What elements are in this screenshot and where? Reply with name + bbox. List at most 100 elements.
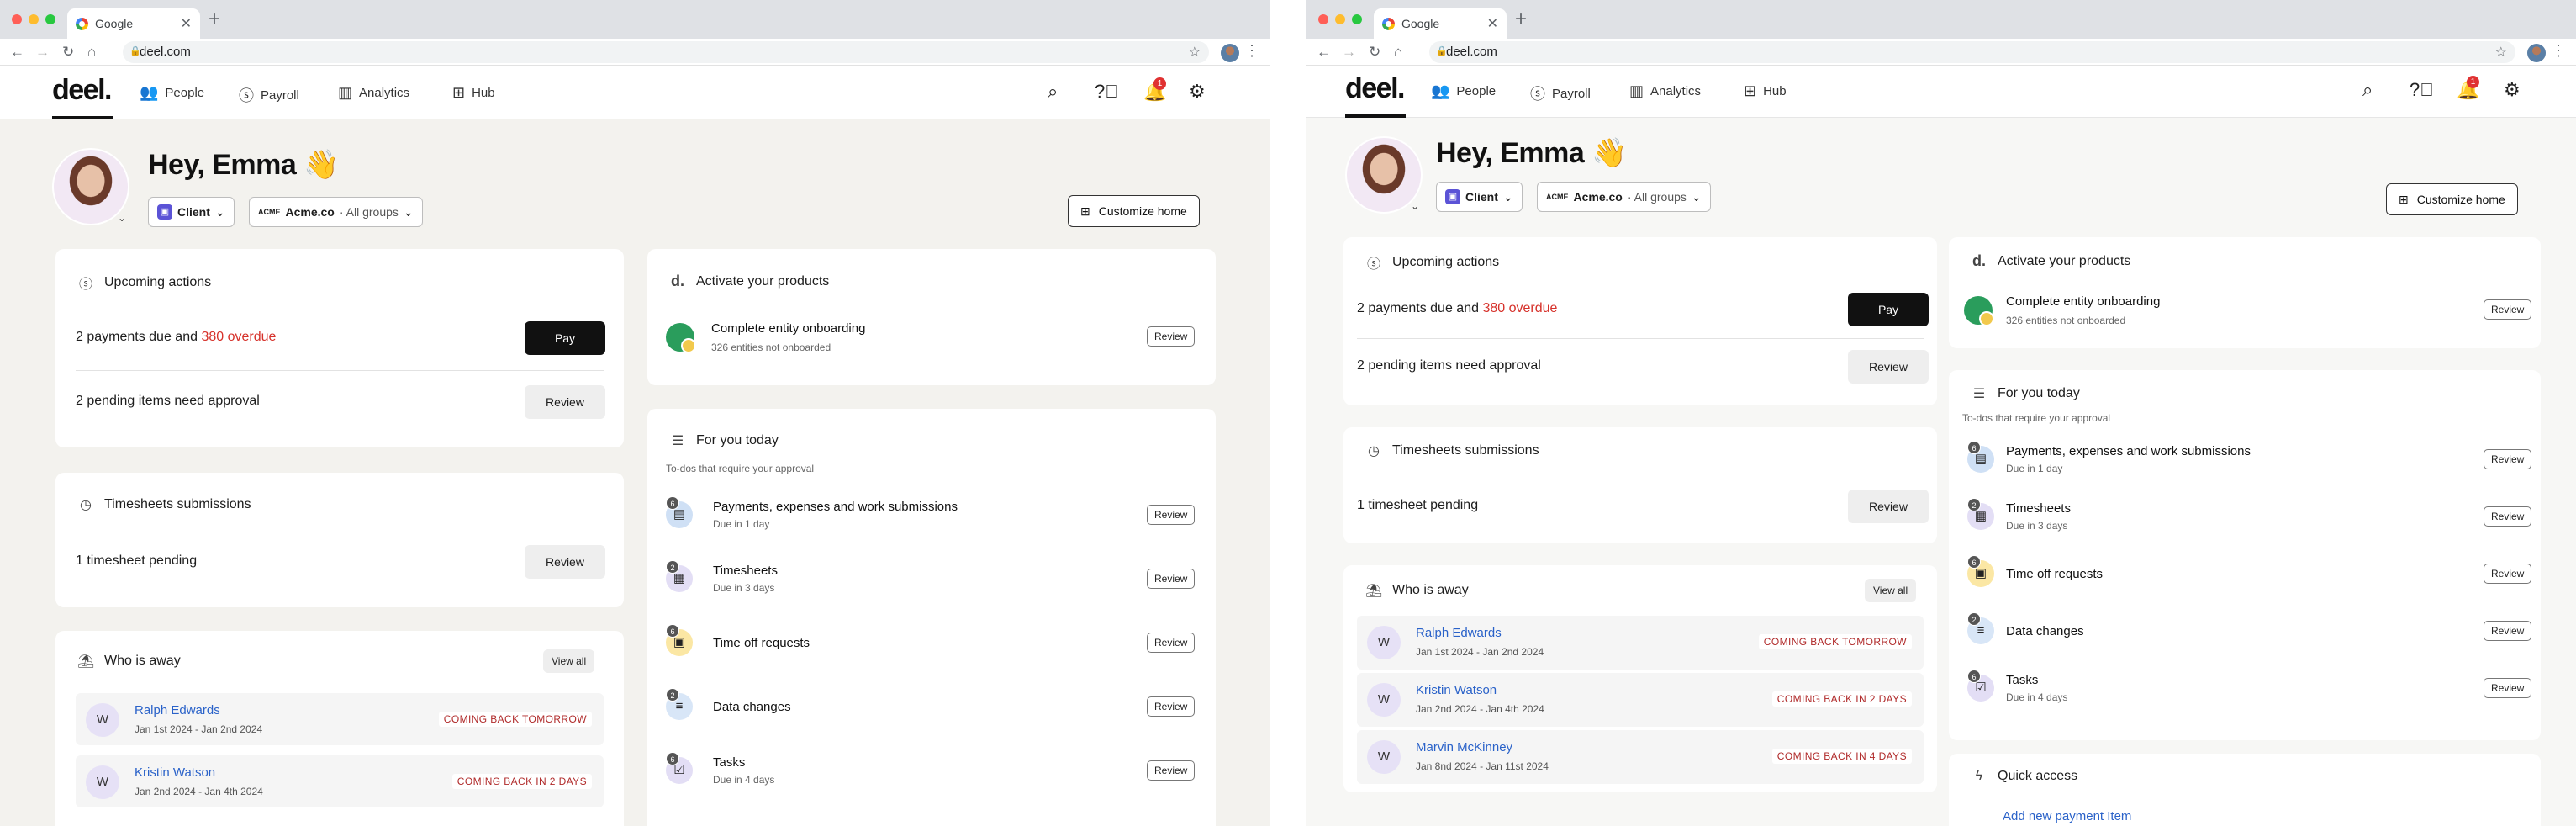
profile-avatar[interactable] xyxy=(2527,44,2546,62)
browser-menu-icon[interactable]: ⋮ xyxy=(2551,42,2566,60)
todo-count-badge: 6 xyxy=(1967,441,1981,454)
close-tab-icon[interactable]: ✕ xyxy=(1487,15,1498,32)
away-person-name[interactable]: Ralph Edwards xyxy=(1416,626,1502,640)
away-list-item[interactable]: W Ralph Edwards Jan 1st 2024 - Jan 2nd 2… xyxy=(76,693,604,745)
url-field[interactable]: 🔒 deel.com ☆ xyxy=(123,41,1209,63)
todo-review-button[interactable]: Review xyxy=(2484,678,2532,698)
nav-people[interactable]: 👥 People xyxy=(1431,82,1496,100)
home-icon[interactable]: ⌂ xyxy=(1394,44,1402,61)
dollar-circle-icon: ⓢ xyxy=(78,278,92,292)
nav-payroll[interactable]: ⓢ Payroll xyxy=(1530,82,1591,104)
nav-payroll[interactable]: ⓢ Payroll xyxy=(239,84,299,106)
url-field[interactable]: 🔒 deel.com ☆ xyxy=(1429,41,2515,63)
customize-home-button[interactable]: ⊞ Customize home xyxy=(1068,195,1200,227)
away-person-name[interactable]: Ralph Edwards xyxy=(135,703,220,717)
forward-icon[interactable]: → xyxy=(1342,44,1356,61)
timesheet-review-button[interactable]: Review xyxy=(525,545,605,579)
home-icon[interactable]: ⌂ xyxy=(87,44,96,61)
new-tab-button[interactable]: + xyxy=(1515,8,1527,30)
zoom-window-button[interactable] xyxy=(45,14,55,24)
pending-review-button[interactable]: Review xyxy=(525,385,605,419)
bell-icon[interactable]: 🔔 1 xyxy=(1143,77,1166,103)
app-navbar: deel. 👥 People ⓢ Payroll ▥ Analytics ⊞ Hub ⌕… xyxy=(1306,66,2576,118)
timesheet-review-button[interactable]: Review xyxy=(1848,490,1929,523)
nav-people[interactable]: 👥 People xyxy=(140,84,204,102)
pay-button[interactable]: Pay xyxy=(525,321,605,355)
overdue-count[interactable]: 380 overdue xyxy=(1482,301,1557,315)
bookmark-star-icon[interactable]: ☆ xyxy=(1189,44,1201,61)
onboarding-review-button[interactable]: Review xyxy=(2484,299,2532,320)
timesheets-header: ◷ Timesheets submissions xyxy=(1365,442,1539,459)
onboarding-review-button[interactable]: Review xyxy=(1147,326,1196,347)
todo-review-button[interactable]: Review xyxy=(2484,449,2532,469)
bell-icon[interactable]: 🔔 1 xyxy=(2457,76,2479,101)
settings-gear-icon[interactable]: ⚙ xyxy=(2504,79,2521,101)
todo-review-button[interactable]: Review xyxy=(1147,696,1196,717)
customize-home-button[interactable]: ⊞ Customize home xyxy=(2386,183,2518,215)
avatar-chevron-down-icon[interactable]: ⌄ xyxy=(1411,200,1419,212)
help-icon[interactable]: ?⃝ xyxy=(1095,81,1119,103)
away-list-item[interactable]: W Marvin McKinney Jan 8nd 2024 - Jan 11s… xyxy=(1357,730,1924,784)
deel-logo[interactable]: deel. xyxy=(52,74,112,107)
browser-tab[interactable]: Google ✕ xyxy=(1374,8,1507,39)
divider xyxy=(1357,338,1924,339)
todo-review-button[interactable]: Review xyxy=(2484,506,2532,527)
search-icon[interactable]: ⌕ xyxy=(1048,81,1058,103)
overdue-count[interactable]: 380 overdue xyxy=(201,330,276,344)
away-person-name[interactable]: Kristin Watson xyxy=(1416,683,1497,697)
back-icon[interactable]: ← xyxy=(10,44,24,61)
deel-logo[interactable]: deel. xyxy=(1345,72,1405,105)
reload-icon[interactable]: ↻ xyxy=(1369,44,1380,61)
view-all-button[interactable]: View all xyxy=(1865,579,1917,602)
zoom-window-button[interactable] xyxy=(1352,14,1362,24)
add-payment-item-link[interactable]: Add new payment Item xyxy=(2003,809,2131,823)
role-selector[interactable]: ▣ Client ⌄ xyxy=(148,197,235,227)
todo-review-button[interactable]: Review xyxy=(2484,564,2532,584)
minimize-window-button[interactable] xyxy=(1335,14,1345,24)
nav-analytics[interactable]: ▥ Analytics xyxy=(338,84,409,102)
settings-gear-icon[interactable]: ⚙ xyxy=(1189,81,1206,103)
away-person-name[interactable]: Kristin Watson xyxy=(135,765,215,780)
close-tab-icon[interactable]: ✕ xyxy=(181,15,192,32)
help-icon[interactable]: ?⃝ xyxy=(2410,79,2434,101)
view-all-button[interactable]: View all xyxy=(543,649,595,673)
todo-review-button[interactable]: Review xyxy=(1147,760,1196,781)
nav-hub[interactable]: ⊞ Hub xyxy=(1744,82,1787,100)
org-selector[interactable]: ACME Acme.co · All groups ⌄ xyxy=(1537,182,1711,212)
away-list-item[interactable]: W Ralph Edwards Jan 1st 2024 - Jan 2nd 2… xyxy=(1357,616,1924,670)
back-icon[interactable]: ← xyxy=(1317,44,1331,61)
away-list-item[interactable]: W Kristin Watson Jan 2nd 2024 - Jan 4th … xyxy=(1357,673,1924,727)
todo-review-button[interactable]: Review xyxy=(1147,569,1196,589)
profile-avatar[interactable] xyxy=(1221,44,1239,62)
close-window-button[interactable] xyxy=(1318,14,1328,24)
avatar-chevron-down-icon[interactable]: ⌄ xyxy=(118,212,126,224)
org-selector[interactable]: ACME Acme.co · All groups ⌄ xyxy=(249,197,423,227)
nav-analytics[interactable]: ▥ Analytics xyxy=(1629,82,1701,100)
away-person-name[interactable]: Marvin McKinney xyxy=(1416,740,1512,755)
close-window-button[interactable] xyxy=(12,14,22,24)
role-selector[interactable]: ▣ Client ⌄ xyxy=(1436,182,1523,212)
todo-review-button[interactable]: Review xyxy=(1147,633,1196,653)
forward-icon[interactable]: → xyxy=(35,44,50,61)
browser-menu-icon[interactable]: ⋮ xyxy=(1244,42,1259,60)
browser-tab[interactable]: Google ✕ xyxy=(67,8,200,39)
lock-icon: 🔒 xyxy=(1436,46,1448,56)
lightning-icon: ϟ xyxy=(1975,769,1983,783)
away-list-item[interactable]: W Kristin Watson Jan 2nd 2024 - Jan 4th … xyxy=(76,755,604,807)
search-icon[interactable]: ⌕ xyxy=(2362,79,2373,101)
coming-back-badge: COMING BACK IN 2 DAYS xyxy=(1771,691,1912,707)
pay-button[interactable]: Pay xyxy=(1848,293,1929,326)
todo-review-button[interactable]: Review xyxy=(1147,505,1196,525)
bookmark-star-icon[interactable]: ☆ xyxy=(2495,44,2507,61)
pending-review-button[interactable]: Review xyxy=(1848,350,1929,384)
todo-review-button[interactable]: Review xyxy=(2484,621,2532,641)
new-tab-button[interactable]: + xyxy=(209,8,220,30)
nav-hub[interactable]: ⊞ Hub xyxy=(452,84,495,102)
minimize-window-button[interactable] xyxy=(29,14,39,24)
payments-due-prefix: 2 payments due and xyxy=(1357,301,1483,315)
reload-icon[interactable]: ↻ xyxy=(62,44,74,61)
coming-back-badge: COMING BACK TOMORROW xyxy=(438,712,592,727)
role-label: Client xyxy=(1465,190,1498,204)
browser-window-left: Google ✕ + ← → ↻ ⌂ 🔒 deel.com ☆ ⋮ deel. … xyxy=(0,0,1270,826)
dollar-circle-icon: ⓢ xyxy=(239,87,254,104)
